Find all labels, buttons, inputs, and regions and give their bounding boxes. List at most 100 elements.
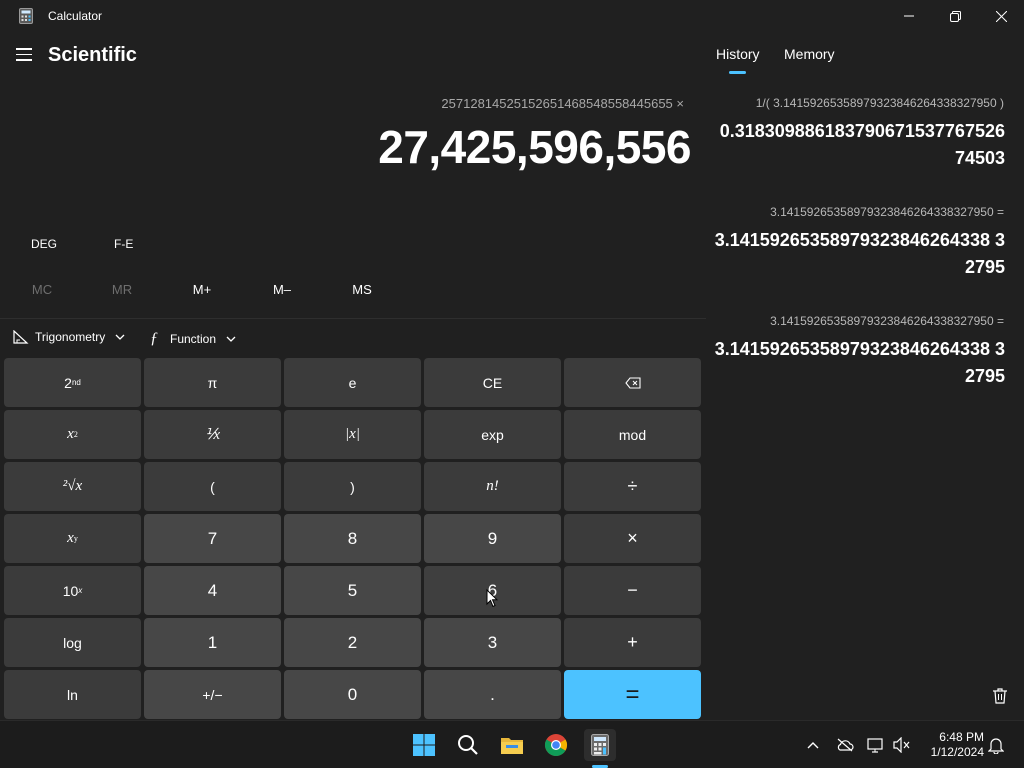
square-root-button[interactable]: ²√x xyxy=(4,462,141,511)
power-sup: y xyxy=(73,534,78,543)
factorial-button[interactable]: n! xyxy=(424,462,561,511)
chrome-button[interactable] xyxy=(540,729,572,761)
square-button[interactable]: x2 xyxy=(4,410,141,459)
history-item-expression[interactable]: 1/( 3.14159265358979323846264338327950 ) xyxy=(756,96,1004,110)
digit-5-button[interactable]: 5 xyxy=(284,566,421,615)
history-item-expression[interactable]: 3.14159265358979323846264338327950 = xyxy=(770,314,1004,328)
volume-muted-icon xyxy=(893,737,910,753)
second-sup: nd xyxy=(71,378,81,387)
modulo-button[interactable]: mod xyxy=(564,410,701,459)
divide-button[interactable]: ÷ xyxy=(564,462,701,511)
close-icon xyxy=(995,10,1007,22)
chevron-down-icon xyxy=(226,336,236,342)
trigonometry-label: Trigonometry xyxy=(35,330,106,344)
file-explorer-button[interactable] xyxy=(496,729,528,761)
network-icon xyxy=(867,738,883,753)
close-button[interactable] xyxy=(978,0,1024,32)
square-sup: 2 xyxy=(73,430,78,439)
multiply-button[interactable]: × xyxy=(564,514,701,563)
digit-8-button[interactable]: 8 xyxy=(284,514,421,563)
folder-icon xyxy=(501,738,523,754)
pi-button[interactable]: π xyxy=(144,358,281,407)
minimize-icon xyxy=(904,15,914,17)
memory-store-button[interactable]: MS xyxy=(332,282,392,297)
mode-title: Scientific xyxy=(48,44,137,66)
chrome-icon xyxy=(545,734,567,756)
show-hidden-icons-button[interactable] xyxy=(803,735,823,755)
result-display: 27,425,596,556 xyxy=(378,121,691,173)
notifications-button[interactable] xyxy=(986,735,1006,755)
digit-0-button[interactable]: 0 xyxy=(284,670,421,719)
natural-log-button[interactable]: ln xyxy=(4,670,141,719)
digit-2-button[interactable]: 2 xyxy=(284,618,421,667)
network-button[interactable] xyxy=(866,735,886,755)
subtract-button[interactable]: − xyxy=(564,566,701,615)
square-label: x xyxy=(67,426,74,442)
digit-9-button[interactable]: 9 xyxy=(424,514,561,563)
add-button[interactable]: + xyxy=(564,618,701,667)
hamburger-icon xyxy=(16,48,32,50)
negate-button[interactable]: +/− xyxy=(144,670,281,719)
tab-memory[interactable]: Memory xyxy=(784,46,835,62)
memory-clear-button[interactable]: MC xyxy=(12,282,72,297)
navigation-menu-button[interactable] xyxy=(16,48,34,62)
trigonometry-dropdown[interactable]: Trigonometry xyxy=(13,330,125,344)
chevron-up-icon xyxy=(807,742,819,749)
log-button[interactable]: log xyxy=(4,618,141,667)
start-button[interactable] xyxy=(408,729,440,761)
decimal-button[interactable]: . xyxy=(424,670,561,719)
calculator-app-icon xyxy=(19,8,33,24)
equals-button[interactable]: = xyxy=(564,670,701,719)
keypad: 2nd π e CE x2 ⅟x |x| exp mod ²√x ( ) n! … xyxy=(4,358,702,719)
backspace-button[interactable] xyxy=(564,358,701,407)
onedrive-button[interactable] xyxy=(835,735,855,755)
power-button[interactable]: xy xyxy=(4,514,141,563)
tab-history[interactable]: History xyxy=(716,46,760,62)
hamburger-icon-line xyxy=(16,53,32,55)
calculator-window: Calculator Scientific 257128145251526514… xyxy=(0,0,1024,720)
volume-button[interactable] xyxy=(892,735,912,755)
open-paren-button[interactable]: ( xyxy=(144,462,281,511)
euler-button[interactable]: e xyxy=(284,358,421,407)
memory-add-button[interactable]: M+ xyxy=(172,282,232,297)
ten-power-button[interactable]: 10 x xyxy=(4,566,141,615)
active-tab-indicator xyxy=(729,71,746,74)
backspace-icon xyxy=(624,376,641,389)
restore-button[interactable] xyxy=(932,0,978,32)
memory-subtract-button[interactable]: M– xyxy=(252,282,312,297)
memory-recall-button[interactable]: MR xyxy=(92,282,152,297)
history-item-result[interactable]: 0.318309886183790671537767526 74503 xyxy=(705,118,1005,172)
function-dropdown[interactable]: ƒ Function xyxy=(150,330,236,348)
calculator-taskbar-button[interactable] xyxy=(584,729,616,761)
cloud-offline-icon xyxy=(837,738,854,752)
reciprocal-button[interactable]: ⅟x xyxy=(144,410,281,459)
clock-date: 1/12/2024 xyxy=(930,745,984,759)
app-title: Calculator xyxy=(48,9,103,23)
exp-button[interactable]: exp xyxy=(424,410,561,459)
history-item-result[interactable]: 3.14159265358979323846264338 32795 xyxy=(705,227,1005,281)
digit-1-button[interactable]: 1 xyxy=(144,618,281,667)
title-bar[interactable]: Calculator xyxy=(0,0,1024,32)
close-paren-button[interactable]: ) xyxy=(284,462,421,511)
minimize-button[interactable] xyxy=(886,0,932,32)
digit-3-button[interactable]: 3 xyxy=(424,618,561,667)
angle-unit-toggle[interactable]: DEG xyxy=(31,237,57,251)
history-item-expression[interactable]: 3.14159265358979323846264338327950 = xyxy=(770,205,1004,219)
system-clock[interactable]: 6:48 PM 1/12/2024 xyxy=(920,730,984,760)
digit-4-button[interactable]: 4 xyxy=(144,566,281,615)
windows-logo-icon xyxy=(413,734,435,756)
second-function-button[interactable]: 2nd xyxy=(4,358,141,407)
digit-7-button[interactable]: 7 xyxy=(144,514,281,563)
fixed-exponent-toggle[interactable]: F-E xyxy=(114,237,133,251)
search-icon xyxy=(458,735,478,755)
bell-icon xyxy=(988,738,1004,754)
expression-display: 2571281452515265146854855844565​5 × xyxy=(441,96,684,111)
clear-entry-button[interactable]: CE xyxy=(424,358,561,407)
delete-history-icon[interactable] xyxy=(991,687,1009,705)
history-item-result[interactable]: 3.14159265358979323846264338 32795 xyxy=(705,336,1005,390)
restore-icon xyxy=(949,10,961,22)
hamburger-icon-line xyxy=(16,59,32,61)
triangle-ruler-icon xyxy=(13,330,29,344)
search-button[interactable] xyxy=(452,729,484,761)
absolute-value-button[interactable]: |x| xyxy=(284,410,421,459)
